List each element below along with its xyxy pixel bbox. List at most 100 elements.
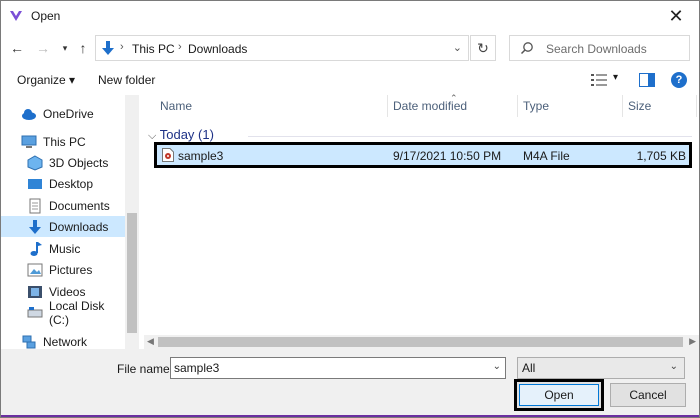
command-bar: Organize ▾ New folder ▾ ? [1, 65, 699, 95]
refresh-button[interactable]: ↻ [470, 35, 496, 61]
sidebar-item-label: Network [43, 334, 88, 349]
file-date-modified: 9/17/2021 10:50 PM [393, 149, 502, 163]
cancel-button[interactable]: Cancel [610, 383, 686, 407]
details-view-icon[interactable] [591, 74, 607, 86]
sidebar-item-network[interactable]: Network [1, 331, 125, 349]
sidebar-item-3d-objects[interactable]: 3D Objects [1, 152, 125, 173]
chevron-down-icon: ▾ [62, 42, 68, 53]
cube-icon [27, 154, 43, 171]
group-label: Today (1) [159, 127, 214, 142]
preview-pane-icon[interactable] [639, 73, 655, 87]
sidebar-item-label: Desktop [49, 176, 94, 191]
search-input[interactable]: Search Downloads [509, 35, 690, 61]
search-icon [520, 42, 533, 55]
back-button[interactable]: ← [9, 40, 25, 56]
chevron-down-icon: ⌄ [669, 361, 678, 372]
chevron-down-icon[interactable]: ▾ [613, 72, 618, 83]
file-type-value: All [522, 361, 536, 375]
sidebar-item-desktop[interactable]: Desktop [1, 173, 125, 194]
group-divider [248, 136, 692, 137]
chevron-down-icon[interactable]: ⌄ [493, 361, 501, 372]
sidebar-item-downloads[interactable]: Downloads [1, 216, 125, 237]
file-name-label: File name: [117, 362, 174, 376]
app-logo-icon [10, 11, 22, 21]
pictures-icon [27, 263, 43, 276]
open-button[interactable]: Open [514, 379, 604, 411]
column-divider[interactable] [622, 95, 623, 117]
file-type-select[interactable]: All ⌄ [517, 357, 685, 379]
desktop-icon [28, 178, 42, 189]
file-name-value: sample3 [174, 361, 220, 375]
title-bar: Open ✕ [1, 1, 699, 31]
column-divider[interactable] [517, 95, 518, 117]
cloud-icon [22, 108, 36, 120]
computer-icon [21, 135, 37, 148]
file-type: M4A File [523, 149, 570, 163]
column-divider[interactable] [387, 95, 388, 117]
sidebar-scrollbar[interactable] [125, 95, 139, 349]
horizontal-scrollbar-thumb[interactable] [158, 337, 683, 347]
column-divider[interactable] [696, 95, 697, 117]
group-header-today[interactable]: ⌵ Today (1) [148, 127, 214, 143]
sidebar-item-label: Local Disk (C:) [49, 298, 105, 327]
column-header-type[interactable]: Type [523, 99, 549, 113]
up-arrow-icon: ↑ [79, 40, 87, 56]
refresh-icon: ↻ [477, 39, 489, 56]
address-row: ← → ▾ ↑ › This PC › Downloads ⌄ ↻ Search… [1, 32, 699, 64]
close-button[interactable]: ✕ [653, 1, 699, 31]
sidebar-item-label: Documents [49, 198, 110, 213]
scroll-left-icon[interactable]: ◀ [147, 336, 154, 347]
column-header-size[interactable]: Size [628, 99, 651, 113]
breadcrumb-separator-icon: › [178, 41, 182, 53]
file-list: Name ⌃ Date modified Type Size ⌵ Today (… [144, 93, 699, 335]
documents-icon [29, 198, 41, 213]
cancel-button-label: Cancel [629, 388, 667, 402]
download-arrow-icon [29, 219, 41, 234]
window-title: Open [31, 9, 61, 23]
sidebar-item-label: Videos [49, 284, 86, 299]
sidebar-item-documents[interactable]: Documents [1, 195, 125, 216]
forward-arrow-icon: → [36, 40, 50, 56]
sidebar-item-label: Pictures [49, 262, 93, 277]
column-header-name[interactable]: Name [160, 99, 192, 113]
breadcrumb-this-pc[interactable]: This PC [132, 42, 175, 56]
drive-icon [27, 306, 43, 317]
sidebar-item-label: Downloads [49, 219, 109, 234]
network-icon [22, 335, 36, 348]
sidebar-item-local-disk[interactable]: Local Disk (C:) [1, 299, 125, 327]
open-button-label: Open [544, 388, 574, 402]
address-bar[interactable]: › This PC › Downloads ⌄ [95, 35, 469, 61]
chevron-down-icon[interactable]: ⌄ [453, 41, 462, 54]
scroll-right-icon[interactable]: ▶ [689, 336, 696, 347]
sidebar-item-onedrive[interactable]: OneDrive [1, 103, 125, 124]
download-arrow-icon [102, 41, 114, 55]
breadcrumb-downloads[interactable]: Downloads [188, 42, 247, 56]
back-arrow-icon: ← [10, 40, 24, 56]
audio-file-icon [162, 148, 174, 162]
chevron-down-icon: ⌵ [148, 130, 157, 142]
column-header-date-modified[interactable]: Date modified [393, 99, 467, 113]
organize-button[interactable]: Organize ▾ [17, 73, 75, 87]
table-row[interactable]: sample3 9/17/2021 10:50 PM M4A File 1,70… [154, 142, 692, 168]
open-file-dialog: Open ✕ ← → ▾ ↑ › This PC › Downloads ⌄ ↻ [0, 0, 700, 418]
file-size: 1,705 KB [636, 149, 686, 163]
dialog-footer: File name: sample3 ⌄ All ⌄ Open Cancel [1, 349, 699, 417]
up-button[interactable]: ↑ [75, 40, 91, 56]
new-folder-button[interactable]: New folder [98, 73, 155, 87]
navigation-pane: OneDrive This PC 3D Objects Desktop Docu… [1, 95, 139, 349]
film-icon [28, 285, 42, 298]
sidebar-item-pictures[interactable]: Pictures [1, 259, 125, 280]
sidebar-item-label: This PC [43, 134, 86, 149]
file-list-horizontal-scrollbar[interactable]: ◀ ▶ [144, 335, 699, 349]
file-name-input[interactable]: sample3 ⌄ [170, 357, 506, 379]
sidebar-scrollbar-thumb[interactable] [127, 213, 137, 333]
sidebar-item-label: 3D Objects [49, 155, 109, 170]
forward-button[interactable]: → [35, 40, 51, 56]
breadcrumb-separator-icon: › [120, 41, 124, 53]
sidebar-item-music[interactable]: Music [1, 238, 125, 259]
help-icon[interactable]: ? [671, 72, 687, 88]
close-icon: ✕ [668, 5, 684, 26]
file-name: sample3 [178, 149, 224, 163]
recent-locations-button[interactable]: ▾ [57, 40, 73, 56]
sidebar-item-this-pc[interactable]: This PC [1, 131, 125, 152]
